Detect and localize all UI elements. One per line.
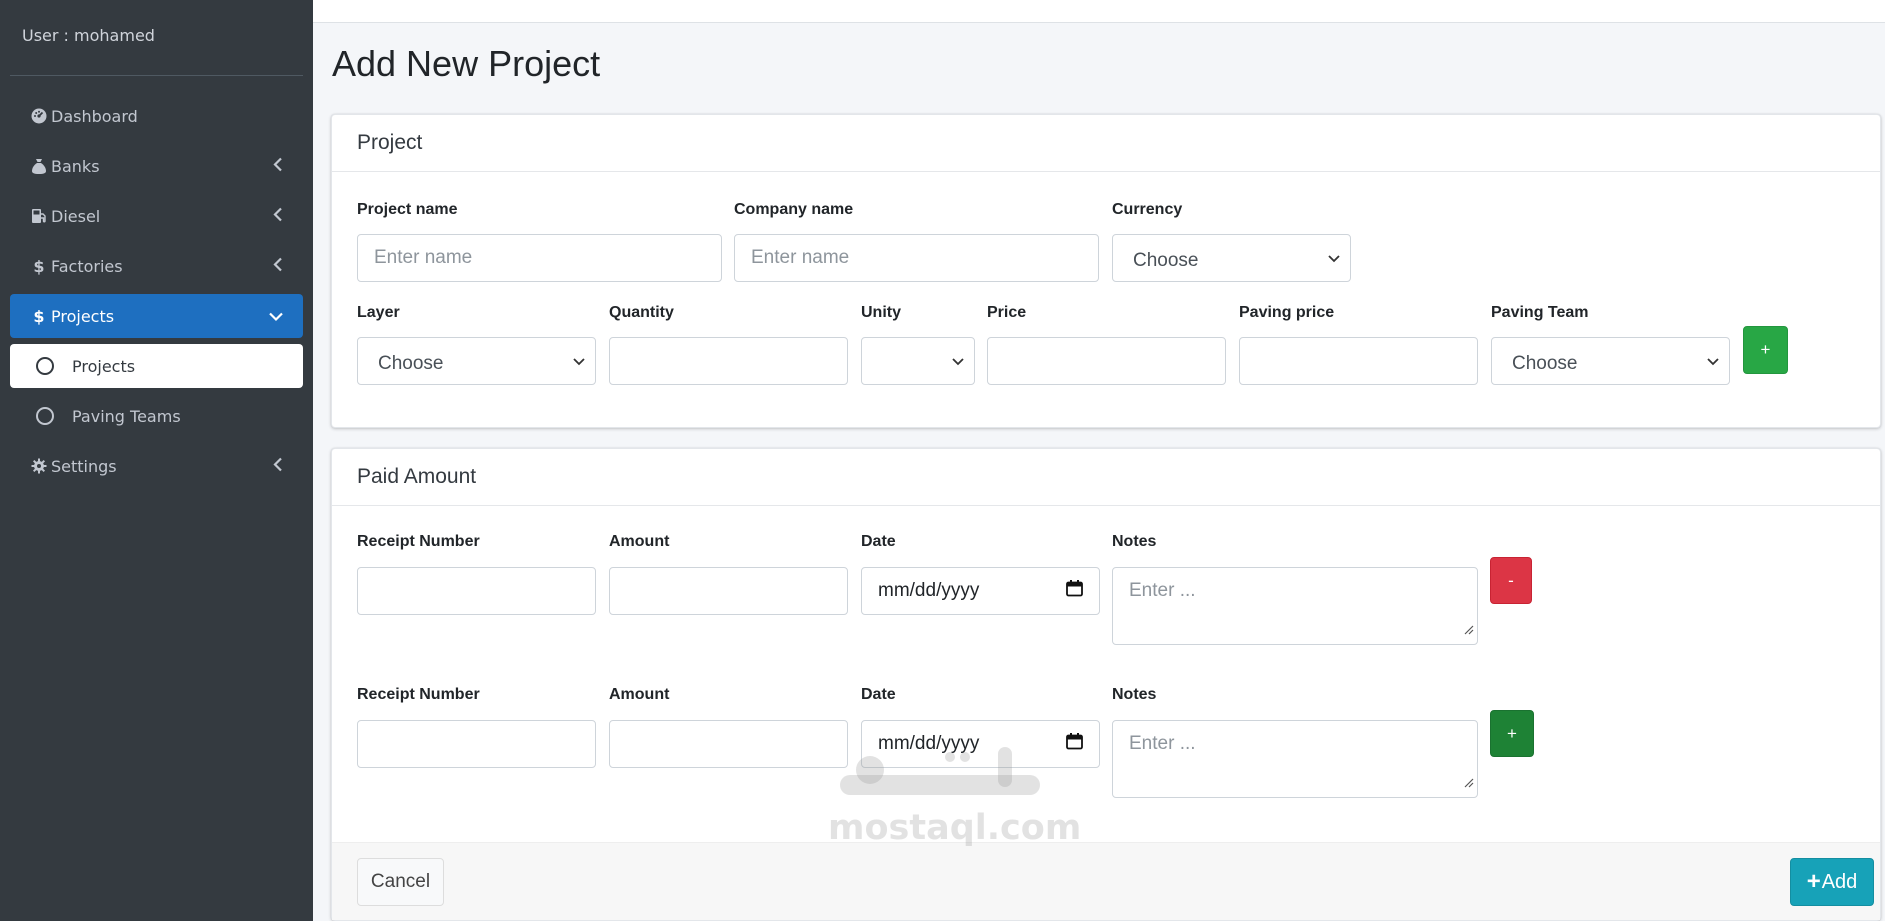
- calendar-icon[interactable]: [1066, 733, 1083, 756]
- paving-team-select[interactable]: Choose: [1491, 337, 1730, 385]
- resize-grip-icon[interactable]: [1464, 619, 1474, 641]
- top-navbar: [313, 0, 1885, 23]
- sidebar-item-label: Settings: [51, 456, 117, 476]
- unity-select[interactable]: [861, 337, 975, 385]
- money-bag-icon: [29, 158, 49, 174]
- amount-label: Amount: [609, 686, 670, 703]
- date-value: mm/dd/yyyy: [878, 580, 980, 601]
- sidebar-item-label: Diesel: [51, 206, 101, 226]
- sidebar-item-dashboard[interactable]: Dashboard: [10, 94, 303, 138]
- chevron-down-icon: [269, 307, 283, 326]
- add-button[interactable]: + Add: [1790, 858, 1874, 906]
- add-layer-button[interactable]: +: [1743, 326, 1788, 374]
- sidebar-item-factories[interactable]: $ Factories: [10, 244, 303, 288]
- remove-payment-button[interactable]: -: [1490, 557, 1532, 604]
- amount-input[interactable]: [609, 720, 848, 768]
- date-input[interactable]: mm/dd/yyyy: [861, 567, 1100, 615]
- project-name-input[interactable]: Enter name: [357, 234, 722, 282]
- paving-team-label: Paving Team: [1491, 304, 1589, 321]
- price-input[interactable]: [987, 337, 1226, 385]
- date-label: Date: [861, 686, 896, 703]
- tachometer-icon: [29, 108, 49, 124]
- sidebar-item-label: Factories: [51, 256, 123, 276]
- amount-input[interactable]: [609, 567, 848, 615]
- sidebar-item-label: Dashboard: [51, 106, 138, 126]
- plus-icon: +: [1806, 868, 1821, 895]
- quantity-input[interactable]: [609, 337, 848, 385]
- quantity-label: Quantity: [609, 304, 674, 321]
- chevron-down-icon: [573, 350, 585, 372]
- sidebar-subitem-projects[interactable]: Projects: [10, 344, 303, 388]
- paid-amount-card: Paid Amount Receipt Number Amount Date m…: [331, 448, 1881, 921]
- card-title: Project: [332, 115, 1880, 172]
- notes-textarea[interactable]: Enter ...: [1112, 567, 1478, 645]
- user-label: User : mohamed: [22, 26, 155, 45]
- user-panel: User : mohamed: [10, 0, 303, 76]
- sidebar-item-projects[interactable]: $ Projects: [10, 294, 303, 338]
- calendar-icon[interactable]: [1066, 580, 1083, 603]
- chevron-left-icon: [273, 257, 283, 276]
- notes-label: Notes: [1112, 686, 1157, 703]
- sidebar-subitem-label: Paving Teams: [72, 406, 181, 426]
- notes-textarea[interactable]: Enter ...: [1112, 720, 1478, 798]
- chevron-down-icon: [1328, 247, 1340, 269]
- currency-label: Currency: [1112, 201, 1183, 218]
- watermark-text: mostaql.com: [828, 808, 1082, 848]
- layer-value: Choose: [378, 353, 444, 374]
- layer-label: Layer: [357, 304, 400, 321]
- price-label: Price: [987, 304, 1027, 321]
- sidebar-item-label: Projects: [51, 306, 115, 326]
- receipt-number-input[interactable]: [357, 567, 596, 615]
- circle-icon: [36, 407, 54, 425]
- receipt-number-label: Receipt Number: [357, 533, 480, 550]
- project-name-label: Project name: [357, 201, 458, 218]
- chevron-left-icon: [273, 207, 283, 226]
- sidebar-subitem-paving-teams[interactable]: Paving Teams: [10, 394, 303, 438]
- resize-grip-icon[interactable]: [1464, 772, 1474, 794]
- card-footer: Cancel + Add: [332, 842, 1880, 920]
- gear-icon: [29, 458, 49, 474]
- project-card: Project Project name Enter name Company …: [331, 114, 1881, 428]
- company-name-label: Company name: [734, 201, 854, 218]
- paving-team-value: Choose: [1512, 353, 1578, 374]
- main-content: Add New Project Project Project name Ent…: [313, 23, 1885, 921]
- card-title: Paid Amount: [332, 449, 1880, 506]
- sidebar-item-diesel[interactable]: Diesel: [10, 194, 303, 238]
- chevron-down-icon: [1707, 350, 1719, 372]
- add-button-label: Add: [1821, 870, 1858, 893]
- sidebar-subitem-label: Projects: [72, 356, 136, 376]
- company-name-input[interactable]: Enter name: [734, 234, 1099, 282]
- amount-label: Amount: [609, 533, 670, 550]
- sidebar-item-label: Banks: [51, 156, 100, 176]
- sidebar-item-banks[interactable]: Banks: [10, 144, 303, 188]
- currency-select[interactable]: Choose: [1112, 234, 1351, 282]
- receipt-number-label: Receipt Number: [357, 686, 480, 703]
- cancel-button[interactable]: Cancel: [357, 858, 444, 906]
- add-payment-button[interactable]: +: [1490, 710, 1534, 757]
- notes-label: Notes: [1112, 533, 1157, 550]
- unity-label: Unity: [861, 304, 901, 321]
- notes-placeholder: Enter ...: [1129, 733, 1196, 754]
- paving-price-label: Paving price: [1239, 304, 1335, 321]
- sidebar: User : mohamed Dashboard Banks Diesel $ …: [0, 0, 313, 921]
- chevron-left-icon: [273, 157, 283, 176]
- sidebar-item-settings[interactable]: Settings: [10, 444, 303, 488]
- sidebar-nav: Dashboard Banks Diesel $ Factories $ Pro…: [0, 76, 313, 488]
- dollar-icon: $: [33, 306, 45, 326]
- currency-value: Choose: [1133, 250, 1199, 271]
- gas-pump-icon: [29, 208, 49, 224]
- page-title: Add New Project: [332, 43, 601, 84]
- paving-price-input[interactable]: [1239, 337, 1478, 385]
- mostaql-logo: [840, 747, 1040, 795]
- chevron-down-icon: [952, 350, 964, 372]
- date-label: Date: [861, 533, 896, 550]
- receipt-number-input[interactable]: [357, 720, 596, 768]
- dollar-icon: $: [33, 256, 45, 276]
- chevron-left-icon: [273, 457, 283, 476]
- notes-placeholder: Enter ...: [1129, 580, 1196, 601]
- circle-icon: [36, 357, 54, 375]
- layer-select[interactable]: Choose: [357, 337, 596, 385]
